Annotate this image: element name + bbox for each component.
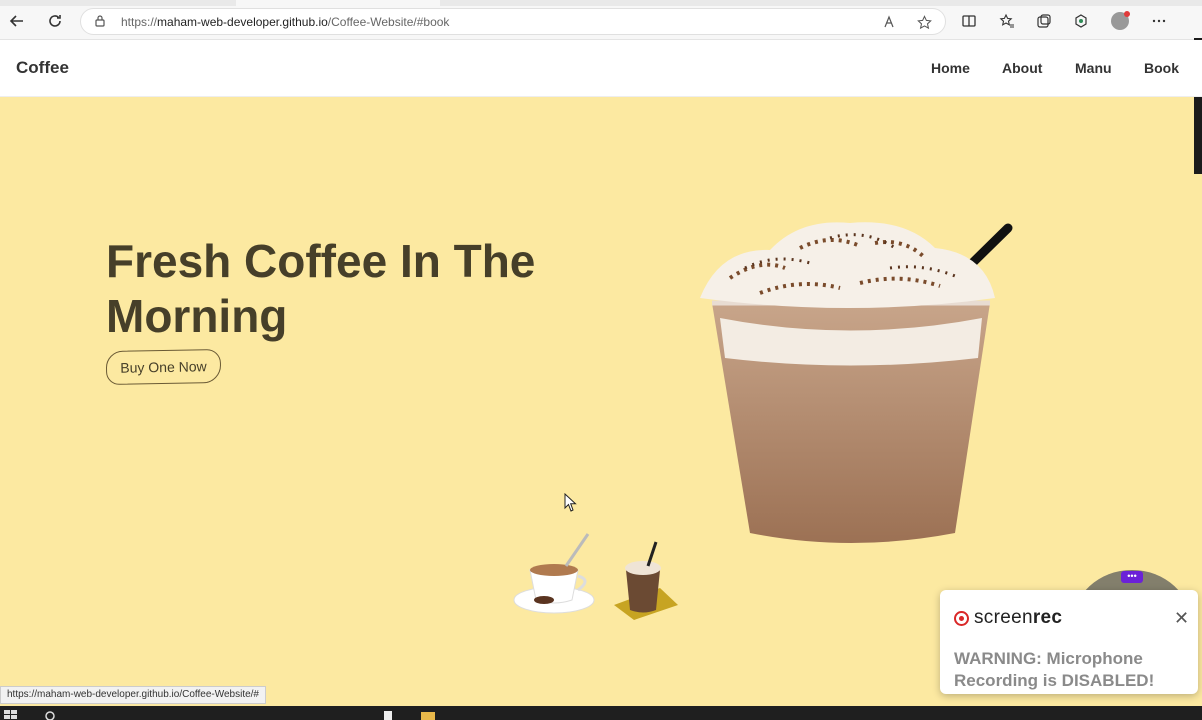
- coffee-cup-thumbnail[interactable]: [510, 528, 598, 618]
- url-scheme: https://: [121, 15, 158, 29]
- favorites-icon[interactable]: [996, 10, 1018, 32]
- record-icon: [954, 611, 969, 626]
- logo-part-screen: screen: [974, 607, 1033, 628]
- screenrec-logo: screenrec: [974, 607, 1062, 629]
- favorite-star-icon[interactable]: [915, 13, 933, 31]
- buy-one-now-button[interactable]: Buy One Now: [105, 348, 222, 386]
- frappe-thumbnail[interactable]: [604, 530, 682, 620]
- screen: https://maham-web-developer.github.io/Co…: [0, 0, 1202, 720]
- nav-about[interactable]: About: [1002, 60, 1042, 76]
- site-brand[interactable]: Coffee: [16, 58, 69, 78]
- url-text[interactable]: https://maham-web-developer.github.io/Co…: [121, 15, 449, 29]
- screenrec-menu-button[interactable]: •••: [1121, 571, 1143, 583]
- close-icon[interactable]: ✕: [1174, 608, 1189, 629]
- folder-icon[interactable]: [420, 710, 436, 720]
- address-bar[interactable]: https://maham-web-developer.github.io/Co…: [80, 8, 946, 35]
- extensions-icon[interactable]: [1070, 10, 1092, 32]
- active-tab[interactable]: [236, 0, 440, 6]
- url-path: /Coffee-Website/#book: [327, 15, 450, 29]
- microphone-warning: WARNING: Microphone Recording is DISABLE…: [954, 649, 1155, 690]
- nav-manu[interactable]: Manu: [1075, 60, 1112, 76]
- read-aloud-icon[interactable]: [881, 13, 899, 31]
- more-menu-icon[interactable]: [1148, 10, 1170, 32]
- windows-start-icon[interactable]: [4, 710, 18, 720]
- hero-title-line-2: Morning: [106, 290, 288, 342]
- iced-mocha-image: [700, 222, 1013, 543]
- url-host: maham-web-developer.github.io: [157, 15, 328, 29]
- site-navbar: Coffee Home About Manu Book: [0, 40, 1202, 97]
- hero-title: Fresh Coffee In The Morning: [106, 234, 606, 344]
- refresh-icon[interactable]: [44, 10, 66, 32]
- mouse-cursor-icon: [564, 493, 577, 512]
- hero-title-line-1: Fresh Coffee In The: [106, 235, 536, 287]
- windows-taskbar: [0, 706, 1202, 720]
- search-icon[interactable]: [44, 710, 58, 720]
- split-screen-icon[interactable]: [958, 10, 980, 32]
- lock-icon[interactable]: [93, 14, 107, 28]
- status-bar-url: https://maham-web-developer.github.io/Co…: [0, 686, 266, 704]
- back-icon[interactable]: [6, 10, 28, 32]
- screenrec-popup: screenrec ✕ WARNING: Microphone Recordin…: [940, 590, 1198, 694]
- nav-home[interactable]: Home: [931, 60, 970, 76]
- notification-dot: [1124, 11, 1130, 17]
- tab-strip: [0, 0, 1202, 6]
- browser-toolbar: https://maham-web-developer.github.io/Co…: [0, 0, 1202, 40]
- nav-book[interactable]: Book: [1144, 60, 1179, 76]
- logo-part-rec: rec: [1032, 607, 1063, 628]
- collections-icon[interactable]: [1033, 10, 1055, 32]
- document-icon[interactable]: [382, 710, 394, 720]
